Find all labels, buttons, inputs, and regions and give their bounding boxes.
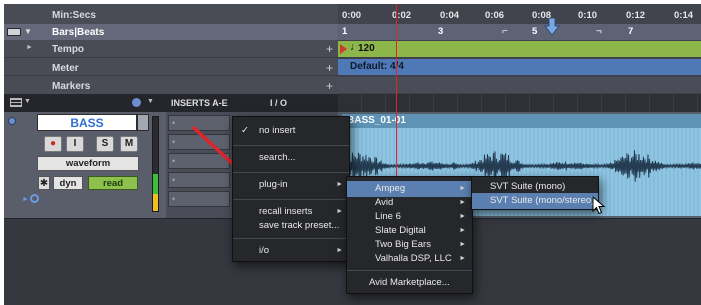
input-monitor-button[interactable]: I bbox=[66, 136, 84, 152]
add-tempo-icon[interactable]: + bbox=[326, 42, 333, 56]
inserts-column-header[interactable]: INSERTS A-E bbox=[171, 98, 228, 108]
insert-context-menu: ✓ no insert search... plug-in ► recall i… bbox=[232, 116, 350, 262]
clip-name: BASS_01-01 bbox=[347, 115, 406, 126]
bar-tick: 7 bbox=[628, 26, 634, 37]
markers-ruler-label[interactable]: Markers bbox=[52, 81, 90, 92]
expand-tempo-icon[interactable]: ► bbox=[26, 44, 33, 51]
tempo-ruler-label[interactable]: Tempo bbox=[52, 44, 84, 55]
bar-tick: 1 bbox=[342, 26, 348, 37]
menu-item-search[interactable]: search... bbox=[233, 150, 349, 166]
avid-marketplace-item[interactable]: Avid Marketplace... bbox=[347, 275, 472, 291]
track-select-icon[interactable] bbox=[8, 117, 16, 125]
time-tick: 0:00 bbox=[342, 10, 362, 21]
mute-button[interactable]: M bbox=[120, 136, 138, 152]
vendor-item-valhalla[interactable]: Valhalla DSP, LLC ► bbox=[347, 251, 472, 267]
dyn-button[interactable]: dyn bbox=[53, 176, 83, 190]
add-meter-icon[interactable]: + bbox=[326, 61, 333, 75]
loop-end-flag-icon[interactable]: ¬ bbox=[596, 26, 602, 37]
pro-tools-edit-window: Min:Secs ▼ Bars|Beats ► Tempo Meter Mark… bbox=[4, 4, 701, 305]
bar-tick: 3 bbox=[438, 26, 444, 37]
track-color-indicator-icon[interactable] bbox=[132, 98, 141, 107]
checkmark-icon: ✓ bbox=[241, 125, 249, 136]
menu-item-io[interactable]: i/o ► bbox=[233, 243, 349, 259]
bars-beats-ruler[interactable]: 1 3 5 7 ⌐ ¬ bbox=[338, 24, 701, 40]
plugin-item-svt-mono-stereo[interactable]: SVT Suite (mono/stereo) bbox=[472, 193, 598, 209]
bar-tick: 5 bbox=[532, 26, 538, 37]
submenu-arrow-icon: ► bbox=[336, 247, 343, 254]
submenu-arrow-icon: ► bbox=[336, 181, 343, 188]
plugin-vendor-submenu: Ampeg ► Avid ► Line 6 ► Slate Digital ► … bbox=[346, 176, 473, 294]
min-secs-ruler-label[interactable]: Min:Secs bbox=[52, 10, 96, 21]
record-enable-button[interactable]: ● bbox=[44, 136, 62, 152]
ruler-menu-icon[interactable] bbox=[7, 28, 21, 36]
loop-start-flag-icon[interactable]: ⌐ bbox=[502, 26, 508, 37]
record-icon: ● bbox=[49, 138, 57, 149]
solo-button[interactable]: S bbox=[96, 136, 114, 152]
time-tick: 0:10 bbox=[578, 10, 598, 21]
meter-ruler-bar[interactable]: Default: 4/4 bbox=[338, 59, 701, 75]
track-list-menu-icon[interactable] bbox=[10, 98, 22, 107]
track-name-field[interactable]: BASS bbox=[37, 114, 137, 131]
time-tick: 0:14 bbox=[674, 10, 694, 21]
min-secs-ruler[interactable]: 0:00 0:02 0:04 0:06 0:08 0:10 0:12 0:14 bbox=[338, 4, 701, 24]
menu-item-plug-in[interactable]: plug-in ► bbox=[233, 177, 349, 193]
playhead-marker-icon[interactable] bbox=[543, 17, 561, 36]
chevron-down-icon[interactable]: ▼ bbox=[24, 98, 31, 105]
automation-icon[interactable]: ✱ bbox=[38, 176, 50, 190]
meter-ruler-label[interactable]: Meter bbox=[52, 63, 79, 74]
add-marker-icon[interactable]: + bbox=[326, 79, 333, 93]
markers-ruler-bar[interactable] bbox=[338, 77, 701, 93]
time-tick: 0:02 bbox=[392, 10, 412, 21]
menu-item-no-insert[interactable]: ✓ no insert bbox=[233, 123, 349, 139]
track-view-selector[interactable]: waveform bbox=[37, 156, 139, 171]
tempo-ruler-bar[interactable]: ♩ 120 bbox=[338, 41, 701, 57]
time-tick: 0:12 bbox=[626, 10, 646, 21]
mouse-cursor-icon bbox=[592, 196, 606, 215]
ampeg-plugin-submenu: SVT Suite (mono) SVT Suite (mono/stereo) bbox=[471, 176, 599, 210]
time-tick: 0:06 bbox=[485, 10, 505, 21]
expand-track-icon[interactable]: ► bbox=[22, 196, 29, 203]
track-color-icon[interactable] bbox=[30, 194, 39, 203]
io-column-header[interactable]: I / O bbox=[270, 98, 287, 108]
chevron-down-icon[interactable]: ▼ bbox=[147, 98, 154, 105]
bars-beats-ruler-label[interactable]: Bars|Beats bbox=[52, 27, 104, 38]
tempo-value: 120 bbox=[358, 43, 375, 54]
submenu-arrow-icon: ► bbox=[459, 255, 466, 262]
chevron-down-icon[interactable]: ▼ bbox=[24, 27, 32, 36]
menu-item-save-track-preset[interactable]: save track preset... bbox=[233, 218, 349, 234]
automation-mode-selector[interactable]: read bbox=[88, 176, 138, 190]
tempo-marker-icon[interactable] bbox=[340, 44, 347, 54]
time-tick: 0:04 bbox=[440, 10, 460, 21]
